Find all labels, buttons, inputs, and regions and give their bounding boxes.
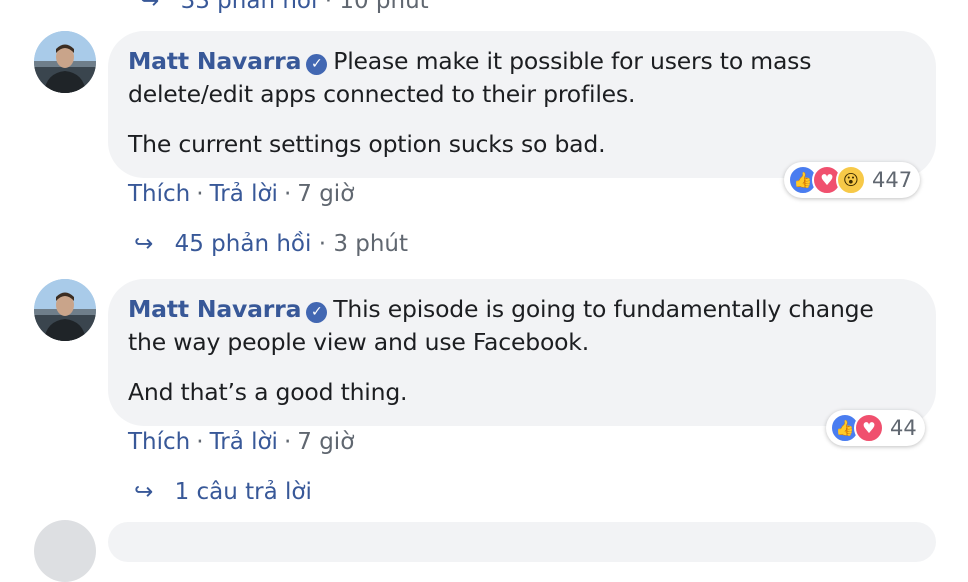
- previous-replies-link[interactable]: ↪ 33 phản hồi · 10 phút: [140, 0, 429, 14]
- avatar[interactable]: [34, 31, 96, 93]
- comment-time[interactable]: 7 giờ: [297, 181, 354, 207]
- verified-badge-icon: ✓: [306, 302, 328, 323]
- separator: ·: [283, 181, 292, 207]
- separator: ·: [324, 0, 340, 14]
- like-button[interactable]: Thích: [128, 429, 190, 455]
- avatar-photo: [34, 31, 96, 93]
- reactions-summary[interactable]: 👍 ♥ 44: [826, 410, 925, 446]
- separator: ·: [318, 231, 334, 257]
- like-button[interactable]: Thích: [128, 181, 190, 207]
- comment-author[interactable]: Matt Navarra: [128, 47, 301, 75]
- separator: ·: [283, 429, 292, 455]
- reply-arrow-icon: ↪: [134, 231, 154, 257]
- reactions-count: 44: [890, 416, 917, 440]
- reply-button[interactable]: Trả lời: [210, 181, 278, 207]
- comment-text-paragraph: And that’s a good thing.: [128, 378, 408, 406]
- comment-bubble: [108, 522, 936, 562]
- avatar[interactable]: [34, 520, 96, 582]
- comment-time[interactable]: 7 giờ: [297, 429, 354, 455]
- avatar[interactable]: [34, 279, 96, 341]
- replies-time: 3 phút: [333, 231, 409, 257]
- replies-time: 10 phút: [339, 0, 429, 14]
- love-icon: ♥: [854, 413, 884, 443]
- verified-badge-icon: ✓: [306, 54, 328, 75]
- comment-bubble: Matt Navarra ✓ Please make it possible for…: [108, 31, 936, 178]
- comment-actions: Thích · Trả lời · 7 giờ: [128, 181, 354, 207]
- reply-arrow-icon: ↪: [140, 0, 160, 14]
- reply-button[interactable]: Trả lời: [210, 429, 278, 455]
- view-replies-link[interactable]: ↪ 1 câu trả lời: [134, 479, 312, 505]
- replies-count: 45 phản hồi: [174, 231, 312, 257]
- reactions-count: 447: [872, 168, 913, 192]
- comment-bubble: Matt Navarra ✓ This episode is going to fu…: [108, 279, 936, 426]
- reply-arrow-icon: ↪: [134, 479, 154, 505]
- separator: ·: [196, 181, 204, 207]
- replies-count: 1 câu trả lời: [174, 479, 312, 505]
- reactions-summary[interactable]: 👍 ♥ 😮 447: [784, 162, 921, 198]
- separator: ·: [196, 429, 204, 455]
- comment-author[interactable]: Matt Navarra: [128, 295, 301, 323]
- view-replies-link[interactable]: ↪ 45 phản hồi · 3 phút: [134, 231, 408, 257]
- comment-text-paragraph: The current settings option sucks so bad…: [128, 130, 606, 158]
- wow-icon: 😮: [836, 165, 866, 195]
- replies-count: 33 phản hồi: [180, 0, 318, 14]
- avatar-photo: [34, 279, 96, 341]
- comment-actions: Thích · Trả lời · 7 giờ: [128, 429, 354, 455]
